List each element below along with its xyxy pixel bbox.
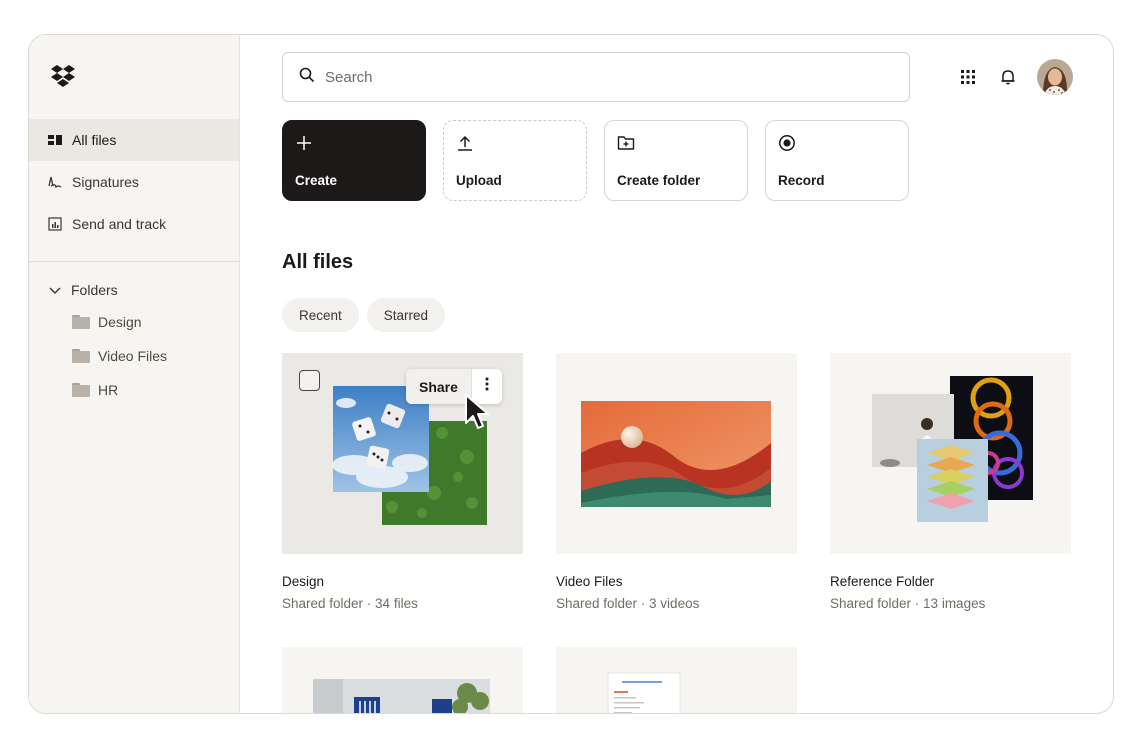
folder-card-reference-folder[interactable]: Reference Folder Shared folder · 13 imag… bbox=[830, 353, 1071, 611]
search-placeholder: Search bbox=[325, 68, 373, 86]
sidebar-item-label: All files bbox=[72, 132, 117, 148]
filter-starred[interactable]: Starred bbox=[366, 298, 446, 332]
sidebar-nav: All files Signatures Send and track bbox=[29, 119, 239, 245]
sidebar-item-label: Signatures bbox=[72, 174, 139, 190]
card-name: Video Files bbox=[556, 574, 623, 589]
card-name: Design bbox=[282, 574, 325, 589]
folder-card-partial[interactable] bbox=[282, 647, 523, 713]
create-folder-button[interactable]: Create folder bbox=[604, 120, 748, 201]
folder-thumbnail[interactable] bbox=[282, 647, 523, 713]
folder-label: Video Files bbox=[98, 348, 168, 364]
app-window: All files Signatures Send and track Fold… bbox=[28, 34, 1114, 714]
dropbox-logo-icon[interactable] bbox=[49, 63, 81, 91]
all-files-icon bbox=[47, 132, 63, 148]
document-thumbnail[interactable] bbox=[556, 647, 797, 713]
folder-card-video-files[interactable]: Video Files Shared folder · 3 videos bbox=[556, 353, 797, 611]
card-meta: Shared folder · 34 files bbox=[282, 596, 418, 611]
sidebar-folder-hr[interactable]: HR bbox=[29, 373, 239, 407]
sidebar-item-send-and-track[interactable]: Send and track bbox=[29, 203, 239, 245]
sidebar-item-all-files[interactable]: All files bbox=[29, 119, 239, 161]
folders-section: Folders Design Video Files HR bbox=[29, 275, 239, 407]
sidebar-item-signatures[interactable]: Signatures bbox=[29, 161, 239, 203]
upload-button[interactable]: Upload bbox=[443, 120, 587, 201]
create-folder-icon bbox=[617, 133, 637, 153]
avatar[interactable] bbox=[1037, 59, 1073, 95]
app-grid-icon[interactable] bbox=[957, 66, 979, 88]
top-bar-icons bbox=[957, 59, 1073, 95]
card-meta: Shared folder · 13 images bbox=[830, 596, 986, 611]
card-meta: Shared folder · 3 videos bbox=[556, 596, 700, 611]
sidebar-item-label: Send and track bbox=[72, 216, 167, 232]
create-button[interactable]: Create bbox=[282, 120, 426, 201]
folder-label: Design bbox=[98, 314, 142, 330]
signature-icon bbox=[47, 174, 63, 190]
select-checkbox[interactable] bbox=[299, 370, 320, 391]
mouse-pointer-icon bbox=[463, 393, 491, 433]
filter-chips: Recent Starred bbox=[282, 298, 446, 332]
upload-icon bbox=[456, 133, 476, 153]
sidebar-folder-video-files[interactable]: Video Files bbox=[29, 339, 239, 373]
folders-toggle[interactable]: Folders bbox=[29, 275, 239, 305]
create-folder-label: Create folder bbox=[617, 173, 701, 188]
share-button[interactable]: Share bbox=[406, 369, 471, 404]
create-label: Create bbox=[295, 173, 338, 188]
chevron-down-icon bbox=[49, 282, 61, 298]
folder-icon bbox=[72, 315, 90, 329]
sidebar: All files Signatures Send and track Fold… bbox=[29, 35, 240, 713]
upload-label: Upload bbox=[456, 173, 502, 188]
folder-icon bbox=[72, 349, 90, 363]
plus-icon bbox=[295, 133, 315, 153]
search-icon bbox=[299, 67, 315, 87]
video-files-image bbox=[581, 401, 771, 507]
folder-label: HR bbox=[98, 382, 119, 398]
sidebar-divider bbox=[29, 261, 239, 262]
record-label: Record bbox=[778, 173, 825, 188]
filter-recent[interactable]: Recent bbox=[282, 298, 359, 332]
folder-icon bbox=[72, 383, 90, 397]
document-preview-image bbox=[607, 672, 681, 713]
document-card-partial[interactable] bbox=[556, 647, 797, 713]
bell-icon[interactable] bbox=[997, 66, 1019, 88]
folder-thumbnail[interactable] bbox=[556, 353, 797, 554]
record-icon bbox=[778, 133, 798, 153]
reference-folder-image bbox=[872, 376, 1033, 522]
folder-card-design[interactable]: Share Design Shared folder · 34 files bbox=[282, 353, 523, 611]
folders-label: Folders bbox=[71, 282, 118, 298]
folder-thumbnail[interactable]: Share bbox=[282, 353, 523, 554]
search-input[interactable]: Search bbox=[282, 52, 910, 102]
main-content: Search Create Upload Create folder Recor… bbox=[241, 35, 1113, 713]
sidebar-folder-design[interactable]: Design bbox=[29, 305, 239, 339]
building-image bbox=[313, 679, 490, 713]
action-buttons: Create Upload Create folder Record bbox=[282, 120, 909, 201]
card-name: Reference Folder bbox=[830, 574, 935, 589]
page-title: All files bbox=[282, 251, 354, 273]
send-track-icon bbox=[47, 216, 63, 232]
folder-thumbnail[interactable] bbox=[830, 353, 1071, 554]
record-button[interactable]: Record bbox=[765, 120, 909, 201]
